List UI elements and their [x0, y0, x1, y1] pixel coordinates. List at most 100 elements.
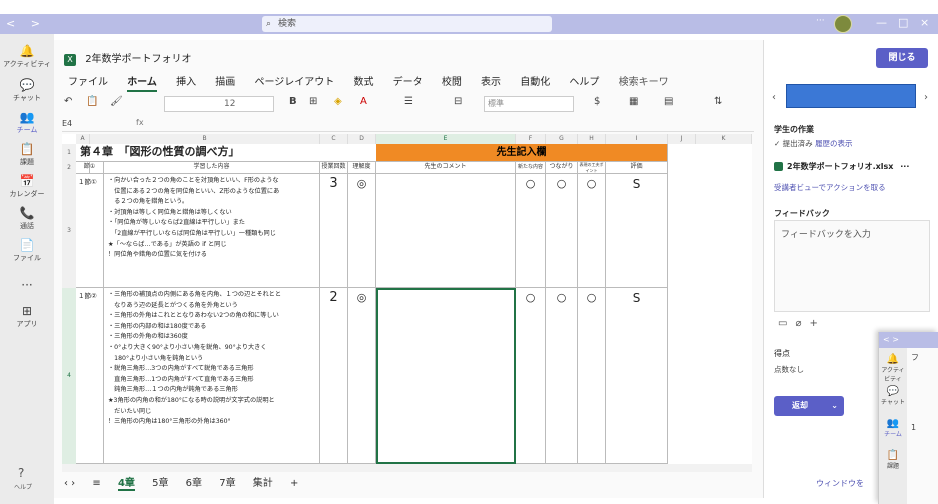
eval-cell[interactable]: S — [606, 174, 668, 288]
rail-more[interactable]: ··· — [0, 278, 54, 293]
header-learned[interactable]: 学習した内容 — [104, 162, 320, 174]
file-attachment[interactable]: 2年数学ポートフォリオ.xlsx ··· — [774, 158, 932, 176]
undo-icon[interactable]: ↶ — [64, 96, 72, 107]
history-link[interactable]: 履歴の表示 — [815, 139, 853, 148]
sort-icon[interactable]: ⇅ — [714, 96, 722, 107]
understanding-cell[interactable]: ◎ — [348, 288, 376, 464]
header-connect[interactable]: つながり — [546, 162, 578, 174]
hours-cell[interactable]: 3 — [320, 174, 348, 288]
number-format-select[interactable]: 標準 — [484, 96, 574, 112]
tab-automate[interactable]: 自動化 — [520, 77, 550, 88]
sheet-tab-ch4[interactable]: 4章 — [117, 478, 135, 491]
student-view-link[interactable]: 受講者ビューでアクションを取る — [774, 182, 886, 193]
bold-button[interactable]: B — [289, 96, 297, 107]
header-comment[interactable]: 先生のコメント — [376, 162, 516, 174]
points-value[interactable]: 点数なし — [774, 364, 804, 375]
tab-view[interactable]: 表示 — [481, 77, 501, 88]
col-header[interactable]: A — [76, 134, 90, 144]
learned-cell[interactable]: ・向かい合った２つの角のことを対頂角といい、F形のような 位置にある２つの角を同… — [104, 174, 320, 288]
prev-student-icon[interactable]: ‹ — [772, 92, 776, 103]
student-name-box[interactable] — [786, 84, 916, 108]
point-cell[interactable]: ○ — [578, 288, 606, 464]
header-eval[interactable]: 評価 — [606, 162, 668, 174]
new-cell[interactable]: ○ — [516, 288, 546, 464]
header-understanding[interactable]: 理解度 — [348, 162, 376, 174]
win2-titlebar[interactable]: < > — [879, 332, 938, 348]
rail-calls[interactable]: 📞 通話 — [0, 206, 54, 231]
comment-cell-selected[interactable] — [376, 288, 516, 464]
rail-teams[interactable]: 👥 チーム — [879, 418, 907, 438]
minimize-button[interactable]: — — [876, 16, 887, 29]
tab-home[interactable]: ホーム — [127, 77, 157, 92]
tab-data[interactable]: データ — [393, 77, 423, 88]
row-header[interactable]: 3 — [62, 174, 76, 288]
col-header[interactable]: B — [90, 134, 320, 144]
connect-cell[interactable]: ○ — [546, 174, 578, 288]
spreadsheet-grid[interactable]: A B C D E F G H I J K 1 2 3 4 第４章 「図形の性質… — [62, 134, 752, 464]
sheet-tab-ch5[interactable]: 5章 — [152, 478, 168, 489]
currency-icon[interactable]: $ — [594, 96, 600, 107]
header-lesson[interactable]: 節① — [76, 162, 104, 174]
connect-cell[interactable]: ○ — [546, 288, 578, 464]
fill-color-icon[interactable]: ◈ — [334, 96, 342, 107]
col-header[interactable]: G — [546, 134, 578, 144]
col-header[interactable]: H — [578, 134, 606, 144]
header-point[interactable]: 表現の工夫ポイント — [578, 162, 606, 174]
sheet-tab-ch7[interactable]: 7章 — [219, 478, 235, 489]
tab-file[interactable]: ファイル — [68, 77, 108, 88]
learned-cell[interactable]: ・三角形の補頂点の内側にある角を内角、１つの辺とそれとと なりあう辺の延長とがつ… — [104, 288, 320, 464]
rail-activity[interactable]: 🔔 アクティビティ — [0, 44, 54, 69]
row-header[interactable]: 2 — [62, 162, 76, 174]
hours-cell[interactable]: 2 — [320, 288, 348, 464]
sheet-nav-icon[interactable]: ‹ › — [64, 478, 75, 489]
open-window-link[interactable]: ウィンドウを — [816, 478, 864, 489]
add-icon[interactable]: + — [809, 318, 825, 329]
teacher-header[interactable]: 先生記入欄 — [376, 144, 668, 162]
nav-arrows[interactable]: < > — [6, 17, 46, 30]
second-teams-window[interactable]: < > 🔔 アクティビティ 💬 チャット 👥 チーム 📋 課題 フ 1 — [878, 332, 938, 504]
return-button[interactable]: 返却 ⌄ — [774, 396, 844, 416]
rail-teams[interactable]: 👥 チーム — [0, 110, 54, 135]
horizontal-scrollbar[interactable] — [62, 464, 752, 472]
conditional-format-icon[interactable]: ▦ — [629, 96, 638, 107]
rail-apps[interactable]: ⊞ アプリ — [0, 304, 54, 329]
new-cell[interactable]: ○ — [516, 174, 546, 288]
avatar[interactable] — [834, 15, 852, 33]
name-box[interactable]: E4 — [62, 119, 132, 128]
format-painter-icon[interactable]: 🖌 — [110, 96, 123, 107]
rail-activity[interactable]: 🔔 アクティビティ — [879, 354, 907, 383]
record-video-icon[interactable]: ▭ — [778, 318, 795, 329]
header-hours[interactable]: 授業回数 — [320, 162, 348, 174]
doc-title[interactable]: 2年数学ポートフォリオ — [85, 54, 191, 65]
rail-calendar[interactable]: 📅 カレンダー — [0, 174, 54, 199]
tab-insert[interactable]: 挿入 — [176, 77, 196, 88]
borders-icon[interactable]: ⊞ — [309, 96, 317, 107]
eval-cell[interactable]: S — [606, 288, 668, 464]
all-sheets-button[interactable]: ≡ — [92, 478, 100, 489]
lesson-cell[interactable]: １節① — [76, 174, 104, 288]
add-sheet-button[interactable]: + — [290, 478, 298, 489]
rail-files[interactable]: 📄 ファイル — [0, 238, 54, 263]
table-icon[interactable]: ▤ — [664, 96, 673, 107]
row-header[interactable]: 1 — [62, 144, 76, 162]
row-header[interactable]: 4 — [62, 288, 76, 464]
tab-help[interactable]: ヘルプ — [569, 77, 599, 88]
font-size-select[interactable]: 12 — [224, 96, 264, 112]
feedback-input[interactable]: フィードバックを入力 — [774, 220, 930, 312]
chevron-down-icon[interactable]: ⌄ — [831, 396, 838, 416]
understanding-cell[interactable]: ◎ — [348, 174, 376, 288]
close-window-button[interactable]: × — [920, 16, 929, 29]
file-more-button[interactable]: ··· — [900, 162, 909, 171]
chapter-title[interactable]: 第４章 「図形の性質の調べ方」 — [76, 144, 376, 162]
tab-draw[interactable]: 描画 — [215, 77, 235, 88]
comment-cell[interactable] — [376, 174, 516, 288]
next-student-icon[interactable]: › — [924, 92, 928, 103]
tab-page-layout[interactable]: ページレイアウト — [254, 77, 334, 88]
rail-chat[interactable]: 💬 チャット — [0, 78, 54, 103]
lesson-cell[interactable]: １節② — [76, 288, 104, 464]
attach-icon[interactable]: ⌀ — [795, 318, 809, 329]
col-header[interactable]: F — [516, 134, 546, 144]
font-color-icon[interactable]: A — [360, 96, 367, 107]
search-box[interactable]: ⌕ 検索 — [262, 16, 552, 32]
tell-me-search[interactable]: 検索キーワ — [619, 77, 669, 88]
